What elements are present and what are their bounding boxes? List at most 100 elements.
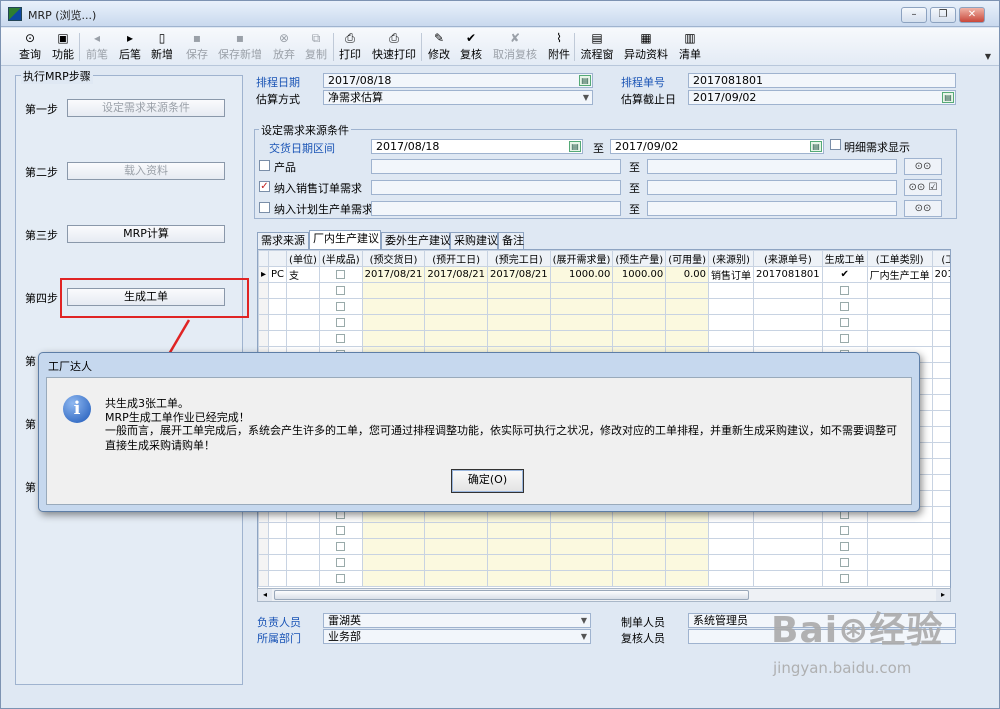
table-row[interactable]: [258, 522, 950, 539]
scroll-left-icon[interactable]: ◂: [258, 589, 272, 601]
toolbar-button[interactable]: ▪ 保存新增: [218, 30, 262, 64]
grid-column-header[interactable]: (单位): [286, 250, 320, 267]
grid-cell[interactable]: [866, 570, 933, 587]
table-row[interactable]: [258, 330, 950, 347]
grid-cell[interactable]: [708, 554, 755, 571]
scroll-thumb[interactable]: [274, 590, 749, 600]
grid-column-header[interactable]: 生成工单: [821, 250, 868, 267]
grid-cell[interactable]: [486, 298, 551, 315]
grid-checkbox[interactable]: [336, 285, 346, 295]
grid-cell[interactable]: [612, 538, 667, 555]
toolbar-overflow-icon[interactable]: ▼: [985, 52, 991, 61]
grid-column-header[interactable]: (来源单号): [753, 250, 823, 267]
grid-cell[interactable]: [258, 570, 270, 587]
table-row[interactable]: [258, 314, 950, 331]
grid-cell[interactable]: [821, 314, 868, 331]
grid-cell[interactable]: [286, 298, 320, 315]
grid-cell[interactable]: [549, 298, 614, 315]
tab[interactable]: 需求来源: [257, 232, 309, 249]
grid-cell[interactable]: [866, 522, 933, 539]
close-button[interactable]: ✕: [959, 7, 985, 23]
grid-cell[interactable]: [753, 314, 823, 331]
owner-select[interactable]: 雷湖英 ▼: [323, 613, 591, 628]
grid-cell[interactable]: [258, 330, 270, 347]
grid-cell[interactable]: [612, 314, 667, 331]
grid-checkbox[interactable]: [840, 285, 850, 295]
grid-column-header[interactable]: (预开工日): [424, 250, 488, 267]
schedule-no-field[interactable]: 2017081801: [688, 73, 956, 88]
estimate-method-select[interactable]: 净需求估算 ▼: [323, 90, 593, 105]
grid-cell[interactable]: [821, 570, 868, 587]
grid-cell[interactable]: [549, 538, 614, 555]
grid-cell[interactable]: [258, 314, 270, 331]
grid-cell[interactable]: PC: [268, 266, 288, 283]
grid-cell[interactable]: 支: [286, 266, 320, 283]
grid-cell[interactable]: [931, 506, 950, 523]
grid-cell[interactable]: [708, 314, 755, 331]
grid-cell[interactable]: [361, 538, 426, 555]
grid-cell[interactable]: 2017/08/21: [424, 266, 488, 283]
toolbar-button[interactable]: ⎙ 快速打印: [372, 30, 416, 64]
grid-cell[interactable]: 销售订单: [708, 266, 755, 283]
grid-checkbox[interactable]: [840, 557, 850, 567]
grid-cell[interactable]: [486, 554, 551, 571]
grid-cell[interactable]: [268, 554, 288, 571]
grid-cell[interactable]: 0.00: [665, 266, 710, 283]
grid-cell[interactable]: [268, 330, 288, 347]
grid-cell[interactable]: [424, 538, 488, 555]
grid-cell[interactable]: [753, 282, 823, 299]
grid-cell[interactable]: [931, 346, 950, 363]
grid-column-header[interactable]: (来源别): [708, 250, 755, 267]
condition-checkbox[interactable]: ✓: [259, 181, 270, 192]
grid-cell[interactable]: [549, 554, 614, 571]
grid-cell[interactable]: 2017/08/21: [486, 266, 551, 283]
grid-cell[interactable]: [753, 522, 823, 539]
grid-cell[interactable]: [931, 554, 950, 571]
calendar-icon[interactable]: ▤: [810, 141, 822, 152]
dept-select[interactable]: 业务部 ▼: [323, 629, 591, 644]
grid-cell[interactable]: [665, 522, 710, 539]
grid-cell[interactable]: [258, 522, 270, 539]
grid-cell[interactable]: [286, 282, 320, 299]
grid-column-header[interactable]: (预完工日): [486, 250, 551, 267]
step-button[interactable]: 设定需求来源条件: [67, 99, 225, 117]
grid-cell[interactable]: [931, 474, 950, 491]
grid-cell[interactable]: [821, 282, 868, 299]
condition-from-field[interactable]: [371, 180, 621, 195]
grid-cell[interactable]: [268, 298, 288, 315]
condition-from-field[interactable]: [371, 201, 621, 216]
grid-checkbox[interactable]: [336, 557, 346, 567]
grid-cell[interactable]: [931, 378, 950, 395]
grid-cell[interactable]: [486, 522, 551, 539]
grid-column-header[interactable]: [268, 250, 288, 267]
grid-column-header[interactable]: [258, 250, 270, 267]
grid-checkbox[interactable]: [840, 541, 850, 551]
grid-cell[interactable]: [424, 282, 488, 299]
grid-cell[interactable]: [931, 298, 950, 315]
title-bar[interactable]: MRP (浏览...) – ❐ ✕: [1, 1, 999, 27]
grid-column-header[interactable]: (预生产量): [612, 250, 667, 267]
tab[interactable]: 委外生产建议: [381, 232, 451, 249]
grid-cell[interactable]: [708, 522, 755, 539]
grid-column-header[interactable]: (半成品): [318, 250, 363, 267]
grid-cell[interactable]: [318, 266, 363, 283]
grid-cell[interactable]: [549, 570, 614, 587]
grid-cell[interactable]: 2017/08/21: [361, 266, 426, 283]
grid-cell[interactable]: [866, 314, 933, 331]
step-button[interactable]: MRP计算: [67, 225, 225, 243]
grid-cell[interactable]: [361, 570, 426, 587]
grid-cell[interactable]: [286, 330, 320, 347]
grid-cell[interactable]: [708, 330, 755, 347]
grid-cell[interactable]: [612, 554, 667, 571]
grid-checkbox[interactable]: [840, 333, 850, 343]
grid-cell[interactable]: [268, 570, 288, 587]
step-button[interactable]: 载入资料: [67, 162, 225, 180]
grid-cell[interactable]: [612, 282, 667, 299]
grid-checkbox[interactable]: [840, 573, 850, 583]
toolbar-button[interactable]: ⎙ 打印: [328, 30, 372, 64]
schedule-date-field[interactable]: 2017/08/18 ▤: [323, 73, 593, 88]
grid-cell[interactable]: [318, 522, 363, 539]
horizontal-scrollbar[interactable]: ◂ ▸: [257, 588, 951, 602]
grid-cell[interactable]: [753, 330, 823, 347]
grid-cell[interactable]: [318, 330, 363, 347]
